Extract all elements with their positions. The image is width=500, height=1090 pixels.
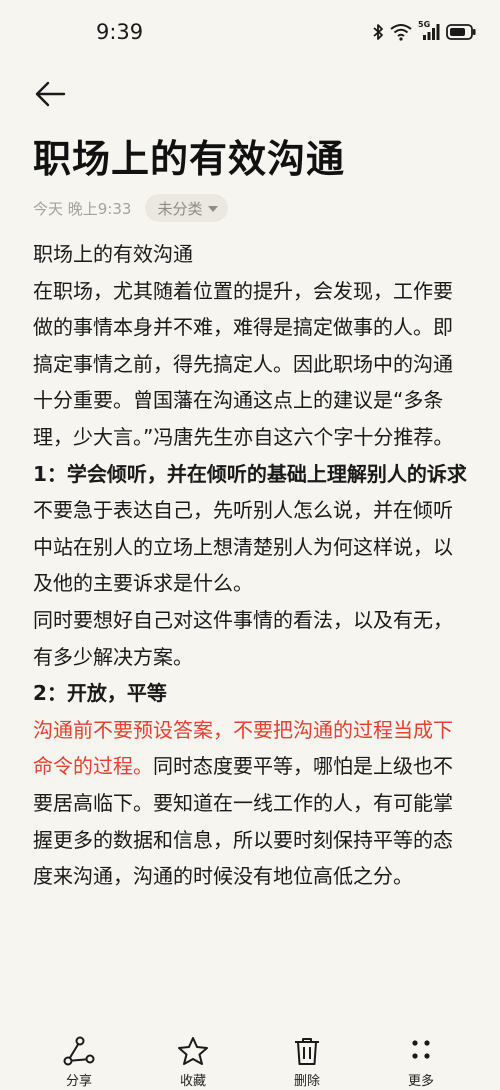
status-icons: 5G	[372, 20, 476, 42]
more-label: 更多	[407, 1074, 434, 1089]
category-label: 未分类	[157, 199, 203, 218]
wifi-icon	[390, 23, 412, 41]
delete-label: 删除	[293, 1074, 320, 1089]
share-button[interactable]: 分享	[44, 1036, 114, 1090]
share-label: 分享	[65, 1074, 92, 1089]
delete-button[interactable]: 删除	[272, 1036, 342, 1090]
bluetooth-icon	[372, 23, 384, 41]
caret-down-icon	[208, 199, 219, 217]
more-button[interactable]: 更多	[386, 1036, 456, 1090]
paragraph: 在职场，尤其随着位置的提升，会发现，工作要做的事情本身并不难，难得是搞定做事的人…	[33, 278, 454, 449]
trash-icon	[292, 1036, 322, 1066]
more-dots-icon	[406, 1036, 436, 1066]
star-icon	[177, 1036, 209, 1066]
bottom-toolbar: 分享 收藏 删除 更多	[0, 1030, 500, 1090]
favorite-button[interactable]: 收藏	[158, 1036, 228, 1090]
paragraph: 同时要想好自己对这件事情的看法，以及有无，有多少解决方案。	[33, 607, 453, 669]
battery-icon	[446, 24, 476, 40]
note-meta: 今天 晚上9:33 未分类	[33, 193, 229, 223]
status-time: 9:39	[96, 20, 144, 44]
back-button[interactable]	[32, 78, 68, 114]
paragraph: 沟通前不要预设答案，不要把沟通的过程当成下命令的过程。同时态度要平等，哪怕是上级…	[33, 712, 469, 895]
category-dropdown[interactable]: 未分类	[145, 194, 229, 222]
paragraph: 职场上的有效沟通	[33, 242, 193, 266]
note-body[interactable]: 职场上的有效沟通 在职场，尤其随着位置的提升，会发现，工作要做的事情本身并不难，…	[33, 236, 469, 895]
share-icon	[63, 1036, 95, 1066]
favorite-label: 收藏	[179, 1074, 206, 1089]
paragraph: 不要急于表达自己，先听别人怎么说，并在倾听中站在别人的立场上想清楚别人为何这样说…	[33, 498, 453, 596]
back-arrow-icon	[34, 80, 66, 112]
cellular-signal-icon: 5G	[418, 20, 440, 41]
section-heading: 2：开放，平等	[33, 681, 167, 706]
status-bar: 9:39 5G	[0, 0, 500, 62]
note-title[interactable]: 职场上的有效沟通	[33, 128, 345, 183]
section-heading: 1：学会倾听，并在倾听的基础上理解别人的诉求	[33, 461, 467, 486]
note-timestamp: 今天 晚上9:33	[33, 199, 132, 218]
